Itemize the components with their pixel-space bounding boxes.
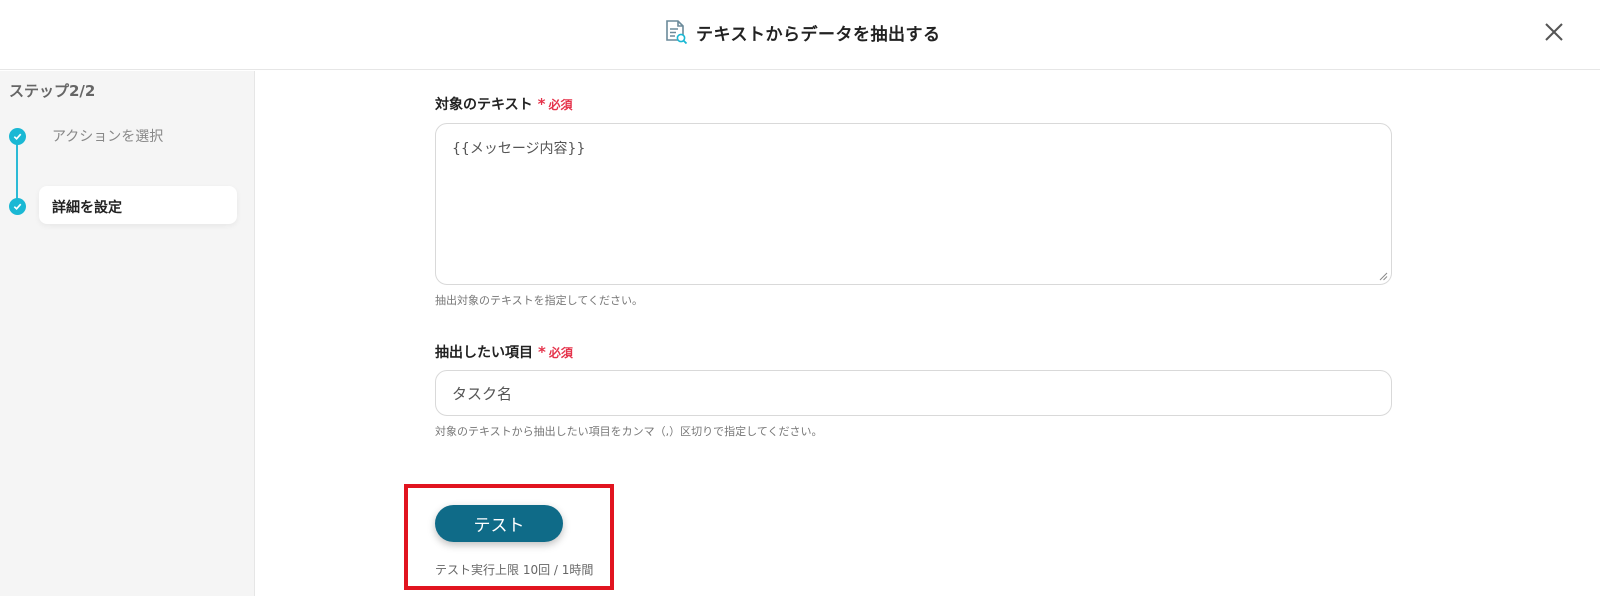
close-icon [1545,23,1563,41]
field-label-text: 抽出したい項目 [435,345,533,361]
target-text-label: 対象のテキスト * 必須 [435,94,572,114]
input-value: タスク名 [452,384,513,403]
form-area: 対象のテキスト * 必須 {{メッセージ内容}} 抽出対象のテキストを指定してく… [256,71,1600,601]
required-badge: * 必須 [538,96,573,113]
extract-items-help: 対象のテキストから抽出したい項目をカンマ（,）区切りで指定してください。 [435,425,823,438]
steps-sidebar: ステップ2/2 アクションを選択 詳細を設定 [0,71,255,596]
modal-header: テキストからデータを抽出する [0,0,1600,70]
extract-items-input[interactable]: タスク名 [435,370,1392,416]
close-button[interactable] [1540,18,1568,46]
test-limit-text: テスト実行上限 10回 / 1時間 [435,563,594,577]
required-asterisk-icon: * [537,95,546,113]
step-complete-icon [9,128,26,145]
required-text: 必須 [548,345,573,360]
step-counter: ステップ2/2 [9,82,96,100]
target-text-help: 抽出対象のテキストを指定してください。 [435,294,644,307]
step-item-select-action[interactable]: アクションを選択 [52,126,163,146]
required-badge: * 必須 [538,344,573,361]
step-complete-icon [9,198,26,215]
modal-title-text: テキストからデータを抽出する [696,24,941,45]
step-item-configure-details[interactable]: 詳細を設定 [39,186,237,224]
field-label-text: 対象のテキスト [435,97,533,113]
required-asterisk-icon: * [538,343,546,361]
resize-handle-icon[interactable] [1379,272,1388,281]
document-search-icon [664,19,688,45]
test-button[interactable]: テスト [435,505,563,542]
step-item-label: 詳細を設定 [52,200,122,216]
target-text-textarea[interactable]: {{メッセージ内容}} [435,123,1392,285]
textarea-value: {{メッセージ内容}} [452,141,586,157]
extract-items-label: 抽出したい項目 * 必須 [435,342,573,362]
modal-title: テキストからデータを抽出する [664,18,941,46]
required-text: 必須 [548,97,573,112]
